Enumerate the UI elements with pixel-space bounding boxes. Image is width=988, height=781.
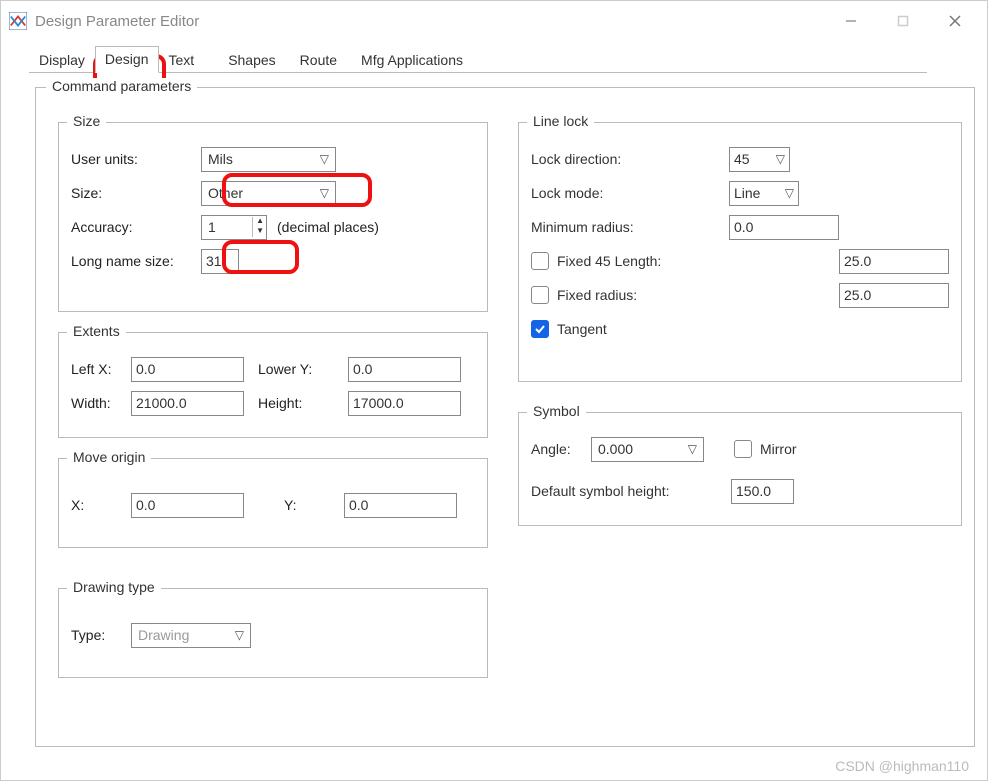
accuracy-hint: (decimal places) xyxy=(277,219,379,235)
drawing-type-label: Type: xyxy=(71,627,131,643)
move-x-label: X: xyxy=(71,497,131,513)
width-value: 21000.0 xyxy=(136,395,187,411)
height-value: 17000.0 xyxy=(353,395,404,411)
height-input[interactable]: 17000.0 xyxy=(348,391,461,416)
move-origin-legend: Move origin xyxy=(67,449,151,465)
lowery-input[interactable]: 0.0 xyxy=(348,357,461,382)
lock-mode-value: Line xyxy=(734,185,760,201)
chevron-down-icon: ▽ xyxy=(785,186,794,200)
fixed-radius-checkbox[interactable]: Fixed radius: xyxy=(531,286,637,304)
tab-route[interactable]: Route xyxy=(290,47,347,73)
width-label: Width: xyxy=(71,395,131,411)
symbol-legend: Symbol xyxy=(527,403,586,419)
move-origin-group: Move origin X: 0.0 Y: 0.0 xyxy=(58,458,488,548)
command-parameters-legend: Command parameters xyxy=(46,78,197,94)
window-title: Design Parameter Editor xyxy=(35,13,199,30)
angle-select[interactable]: 0.000 ▽ xyxy=(591,437,704,462)
accuracy-value: 1 xyxy=(208,219,216,235)
move-x-value: 0.0 xyxy=(136,497,155,513)
mirror-checkbox[interactable]: Mirror xyxy=(734,440,797,458)
leftx-input[interactable]: 0.0 xyxy=(131,357,244,382)
line-lock-legend: Line lock xyxy=(527,113,594,129)
height-label: Height: xyxy=(258,395,348,411)
size-group: Size User units: Mils ▽ Size: Other ▽ xyxy=(58,122,488,312)
tab-mfg[interactable]: Mfg Applications xyxy=(351,47,473,73)
tabs: Display Design Text Shapes Route Mfg App… xyxy=(29,47,987,73)
line-lock-group: Line lock Lock direction: 45 ▽ Lock mode… xyxy=(518,122,962,382)
accuracy-label: Accuracy: xyxy=(71,219,201,235)
drawing-type-select: Drawing ▽ xyxy=(131,623,251,648)
command-parameters-group: Command parameters Size User units: Mils… xyxy=(35,87,975,747)
tangent-checkbox[interactable]: Tangent xyxy=(531,320,607,338)
watermark: CSDN @highman110 xyxy=(835,758,969,774)
fixed-45-input[interactable]: 25.0 xyxy=(839,249,949,274)
tab-text[interactable]: Text xyxy=(159,47,205,73)
fixed-45-label: Fixed 45 Length: xyxy=(557,253,661,269)
size-select[interactable]: Other ▽ xyxy=(201,181,336,206)
close-button[interactable] xyxy=(929,1,981,41)
minimize-button[interactable] xyxy=(825,1,877,41)
size-label: Size: xyxy=(71,185,201,201)
drawing-type-legend: Drawing type xyxy=(67,579,161,595)
long-name-input[interactable]: 31 xyxy=(201,249,239,274)
move-y-input[interactable]: 0.0 xyxy=(344,493,457,518)
chevron-down-icon: ▽ xyxy=(320,186,329,200)
app-icon xyxy=(9,12,27,30)
chevron-down-icon: ▽ xyxy=(320,152,329,166)
min-radius-label: Minimum radius: xyxy=(531,219,691,235)
accuracy-stepper[interactable]: 1 ▲▼ xyxy=(201,215,267,240)
min-radius-value: 0.0 xyxy=(734,219,753,235)
symbol-group: Symbol Angle: 0.000 ▽ Mirror xyxy=(518,412,962,526)
user-units-label: User units: xyxy=(71,151,201,167)
drawing-type-group: Drawing type Type: Drawing ▽ xyxy=(58,588,488,678)
size-value: Other xyxy=(208,185,243,201)
stepper-down-icon[interactable]: ▼ xyxy=(256,227,264,237)
lock-mode-select[interactable]: Line ▽ xyxy=(729,181,799,206)
default-symbol-height-label: Default symbol height: xyxy=(531,483,731,499)
lock-direction-value: 45 xyxy=(734,151,750,167)
tab-design[interactable]: Design xyxy=(95,46,159,73)
fixed-radius-label: Fixed radius: xyxy=(557,287,637,303)
user-units-value: Mils xyxy=(208,151,233,167)
lowery-value: 0.0 xyxy=(353,361,372,377)
tab-shapes[interactable]: Shapes xyxy=(218,47,285,73)
long-name-value: 31 xyxy=(206,253,222,269)
fixed-45-value: 25.0 xyxy=(844,253,871,269)
leftx-label: Left X: xyxy=(71,361,131,377)
width-input[interactable]: 21000.0 xyxy=(131,391,244,416)
extents-legend: Extents xyxy=(67,323,126,339)
leftx-value: 0.0 xyxy=(136,361,155,377)
chevron-down-icon: ▽ xyxy=(688,442,697,456)
user-units-select[interactable]: Mils ▽ xyxy=(201,147,336,172)
lock-direction-label: Lock direction: xyxy=(531,151,691,167)
tab-display[interactable]: Display xyxy=(29,47,95,73)
angle-value: 0.000 xyxy=(598,441,633,457)
extents-group: Extents Left X: 0.0 Lower Y: 0.0 Width: … xyxy=(58,332,488,438)
size-legend: Size xyxy=(67,113,106,129)
min-radius-input[interactable]: 0.0 xyxy=(729,215,839,240)
default-symbol-height-value: 150.0 xyxy=(736,483,771,499)
lock-mode-label: Lock mode: xyxy=(531,185,691,201)
maximize-button[interactable] xyxy=(877,1,929,41)
lowery-label: Lower Y: xyxy=(258,361,348,377)
chevron-down-icon: ▽ xyxy=(776,152,785,166)
lock-direction-select[interactable]: 45 ▽ xyxy=(729,147,790,172)
fixed-radius-value: 25.0 xyxy=(844,287,871,303)
drawing-type-value: Drawing xyxy=(138,627,189,643)
move-y-label: Y: xyxy=(284,497,344,513)
long-name-label: Long name size: xyxy=(71,253,201,269)
chevron-down-icon: ▽ xyxy=(235,628,244,642)
title-bar: Design Parameter Editor xyxy=(1,1,987,41)
move-x-input[interactable]: 0.0 xyxy=(131,493,244,518)
fixed-45-checkbox[interactable]: Fixed 45 Length: xyxy=(531,252,661,270)
tangent-label: Tangent xyxy=(557,321,607,337)
angle-label: Angle: xyxy=(531,441,591,457)
move-y-value: 0.0 xyxy=(349,497,368,513)
fixed-radius-input[interactable]: 25.0 xyxy=(839,283,949,308)
mirror-label: Mirror xyxy=(760,441,797,457)
default-symbol-height-input[interactable]: 150.0 xyxy=(731,479,794,504)
